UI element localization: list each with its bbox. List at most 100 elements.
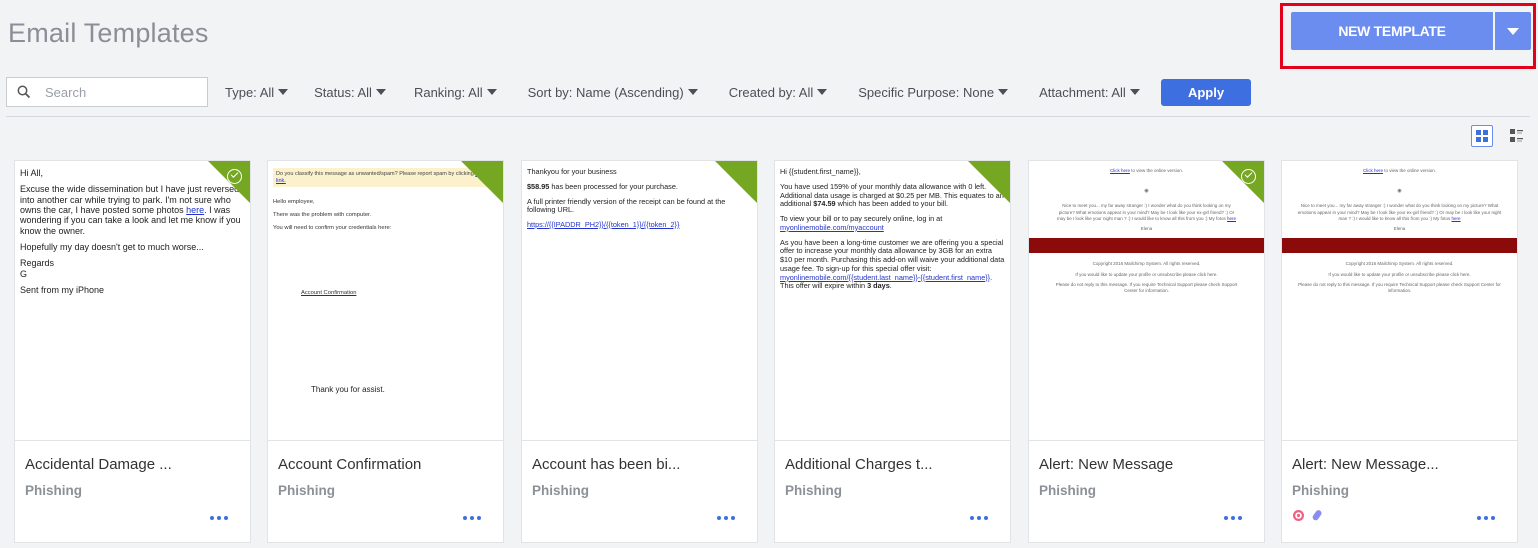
preview-text: $74.59: [813, 199, 836, 209]
preview-text: Elena: [1140, 226, 1153, 232]
type-filter[interactable]: Type: All: [225, 84, 289, 100]
chevron-down-icon: [375, 89, 386, 95]
preview-text: Nice to meet you... my far away stranger…: [1297, 203, 1502, 221]
chevron-down-icon: [486, 89, 497, 95]
more-options-icon[interactable]: [1477, 516, 1495, 520]
target-icon: [1293, 510, 1304, 521]
grid-view-icon: [1476, 130, 1488, 142]
new-template-dropdown-toggle[interactable]: [1495, 12, 1531, 50]
chevron-down-icon: [998, 89, 1009, 95]
template-card[interactable]: Click here to view the online version. ◉…: [1028, 160, 1265, 543]
chevron-down-icon: [1507, 27, 1519, 35]
chevron-down-icon: [817, 89, 828, 95]
ranking-filter[interactable]: Ranking: All: [414, 85, 497, 100]
type-filter-label: Type: All: [225, 84, 275, 100]
card-title: Account has been bi...: [532, 456, 681, 473]
search-box[interactable]: [6, 77, 208, 107]
preview-text: Nice to meet you... my far away stranger…: [1287, 203, 1512, 222]
card-category: Phishing: [25, 483, 82, 498]
template-preview: Click here to view the online version. ◉…: [1029, 161, 1264, 441]
grid-view-button[interactable]: [1471, 125, 1493, 147]
preview-text: G: [20, 268, 28, 279]
preview-text: Elena: [1393, 226, 1406, 232]
filter-bar: Type: All Status: All Ranking: All Sort …: [6, 76, 1256, 108]
attachment-filter[interactable]: Attachment: All: [1039, 85, 1140, 100]
card-category: Phishing: [1292, 483, 1349, 498]
template-card[interactable]: Do you classify this message as unwanted…: [267, 160, 504, 543]
attachment-filter-label: Attachment: All: [1039, 84, 1126, 100]
created-by-filter[interactable]: Created by: All: [729, 85, 828, 100]
divider: [6, 116, 1530, 117]
email-templates-page: Email Templates NEW TEMPLATE Type: All S…: [0, 0, 1538, 548]
chevron-down-icon: [1129, 89, 1140, 95]
card-feature-icons: [1292, 509, 1324, 522]
red-banner: [1282, 238, 1517, 254]
preview-text: .: [889, 281, 892, 291]
card-category: Phishing: [785, 483, 842, 498]
search-icon: [17, 85, 31, 99]
list-view-icon: [1510, 129, 1523, 142]
preview-text: Regards: [20, 258, 55, 269]
list-view-button[interactable]: [1506, 125, 1528, 147]
more-options-icon[interactable]: [210, 516, 228, 520]
preview-text: has been processed for your purchase.: [549, 181, 678, 191]
sort-filter-label: Sort by: Name (Ascending): [527, 84, 684, 100]
preview-text: Copyright 2016 Mailchimp System. All rig…: [1092, 261, 1201, 267]
preview-text: Nice to meet you... my far away stranger…: [1056, 203, 1235, 221]
card-category: Phishing: [1039, 483, 1096, 498]
new-template-button-group: NEW TEMPLATE: [1291, 12, 1531, 50]
template-preview: Do you classify this message as unwanted…: [268, 161, 503, 441]
status-filter-label: Status: All: [314, 84, 372, 100]
preview-text: There was the problem with computer.: [273, 212, 372, 219]
more-options-icon[interactable]: [1224, 516, 1242, 520]
preview-link: here: [1227, 215, 1237, 221]
preview-link: Account Confirmation: [301, 290, 357, 297]
preview-text: Do you classify this message as unwanted…: [276, 171, 474, 177]
template-card[interactable]: Thankyou for your business $58.95 has be…: [521, 160, 758, 543]
card-category: Phishing: [532, 483, 589, 498]
preview-text: which has been added to your bill.: [835, 199, 948, 209]
preview-text: If you would like to update your profile…: [1328, 271, 1471, 277]
preview-link: myonlinemobile.com/{{student.last_name}}…: [780, 272, 991, 282]
more-options-icon[interactable]: [970, 516, 988, 520]
card-title: Account Confirmation: [278, 456, 422, 473]
status-corner-badge: [461, 161, 503, 203]
card-category: Phishing: [278, 483, 335, 498]
new-template-button[interactable]: NEW TEMPLATE: [1291, 12, 1493, 50]
preview-text: Hopefully my day doesn't get to much wor…: [20, 242, 204, 253]
apply-button[interactable]: Apply: [1161, 79, 1251, 106]
preview-text: $58.95: [527, 181, 550, 191]
preview-text: Copyright 2016 Mailchimp System. All rig…: [1345, 261, 1454, 267]
template-preview: Thankyou for your business $58.95 has be…: [522, 161, 757, 441]
preview-text: You will need to confirm your credential…: [273, 225, 392, 232]
card-title: Accidental Damage ...: [25, 456, 172, 473]
template-preview: Hi {{student.first_name}}, You have used…: [775, 161, 1010, 441]
status-corner-badge: [715, 161, 757, 203]
sort-filter[interactable]: Sort by: Name (Ascending): [528, 85, 698, 100]
preview-text: Sent from my iPhone: [20, 285, 105, 296]
template-card[interactable]: Click here to view the online version. ◉…: [1281, 160, 1518, 543]
red-banner: [1029, 238, 1264, 254]
created-by-filter-label: Created by: All: [728, 84, 814, 100]
template-card[interactable]: Hi {{student.first_name}}, You have used…: [774, 160, 1011, 543]
template-card[interactable]: Hi All, Excuse the wide dissemination bu…: [14, 160, 251, 543]
attachment-icon: [1312, 510, 1322, 521]
preview-text: ◉: [1397, 188, 1402, 195]
preview-link: https://{{IPADDR_PH2}}/{{token_1}}/{{tok…: [527, 220, 680, 229]
preview-text: to view the online version.: [1129, 168, 1184, 173]
card-title: Alert: New Message...: [1292, 456, 1439, 473]
ranking-filter-label: Ranking: All: [413, 84, 483, 100]
chevron-down-icon: [687, 89, 698, 95]
chevron-down-icon: [278, 89, 289, 95]
search-input[interactable]: [45, 84, 185, 100]
more-options-icon[interactable]: [463, 516, 481, 520]
status-filter[interactable]: Status: All: [314, 85, 386, 100]
preview-link: Click here: [1362, 168, 1383, 173]
more-options-icon[interactable]: [717, 516, 735, 520]
check-circle-icon: [227, 169, 242, 184]
template-preview: Hi All, Excuse the wide dissemination bu…: [15, 161, 250, 441]
page-title: Email Templates: [8, 18, 209, 48]
specific-purpose-filter[interactable]: Specific Purpose: None: [858, 85, 1009, 100]
preview-text: Please do not reply to this message. If …: [1298, 282, 1501, 294]
preview-text: Nice to meet you... my far away stranger…: [1034, 203, 1259, 222]
